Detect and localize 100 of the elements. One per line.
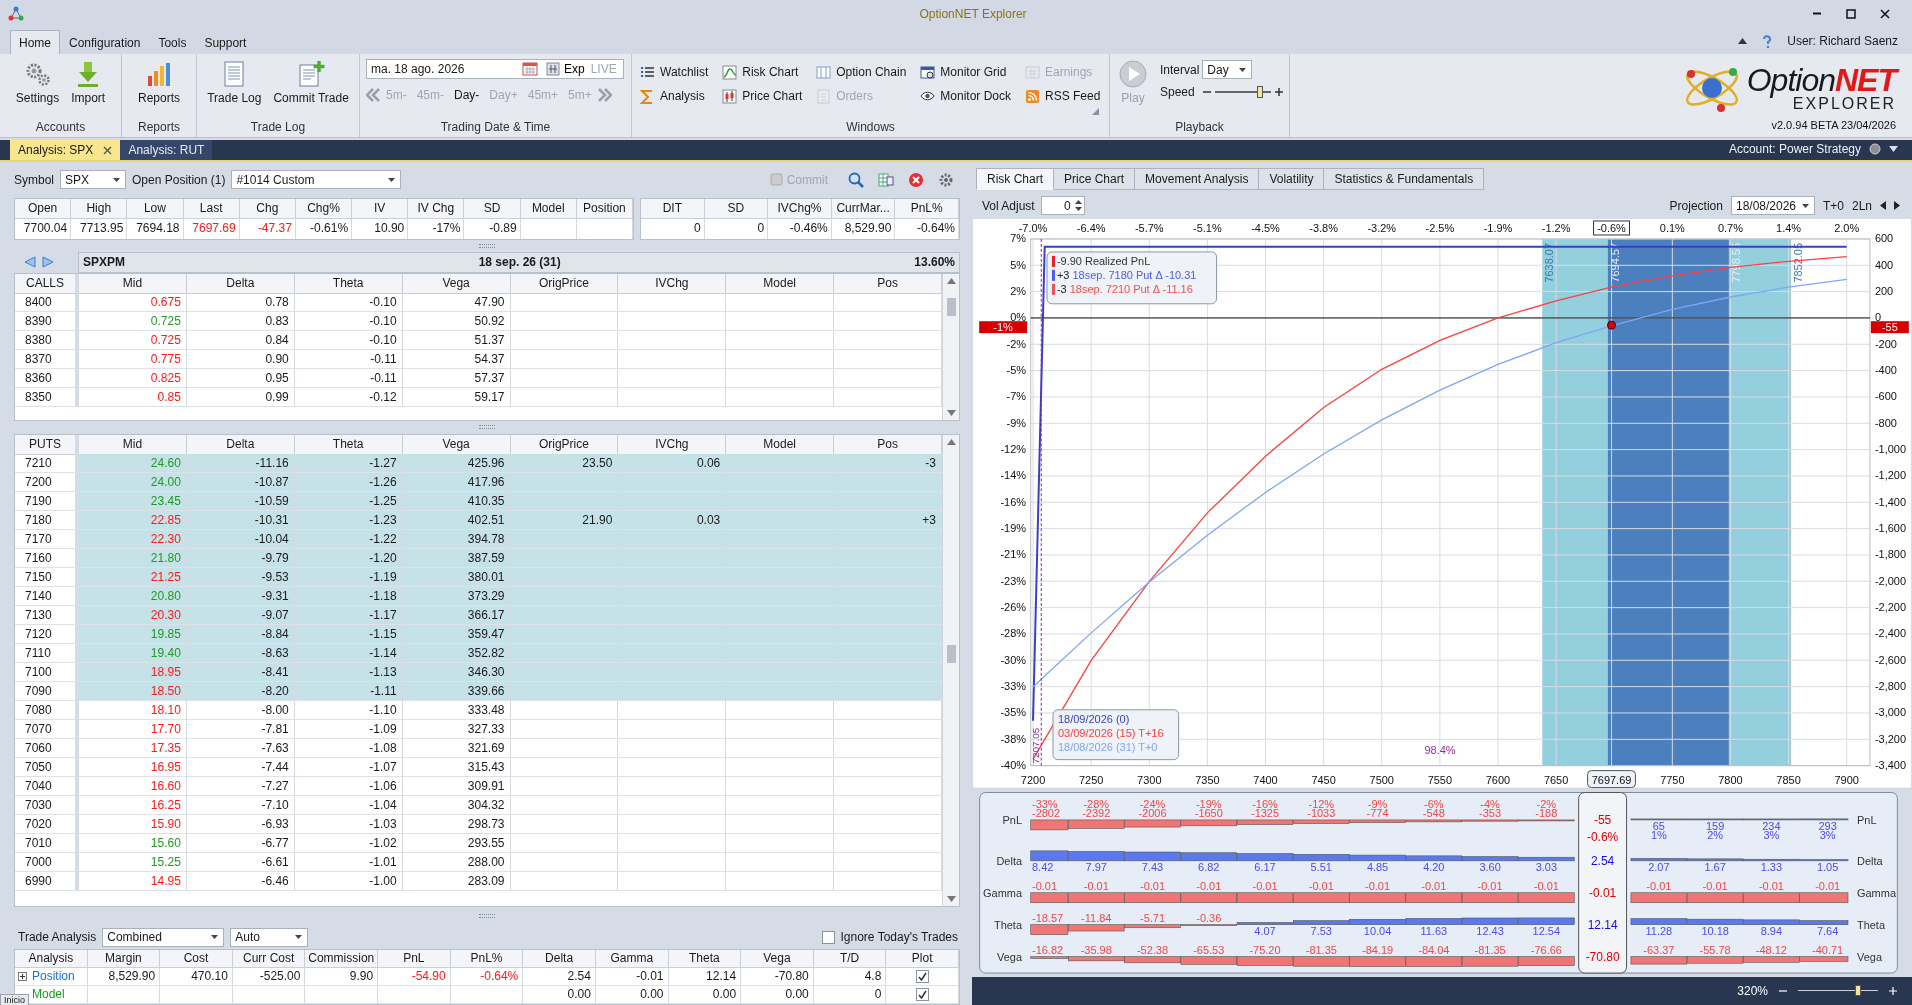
greek-value: -16.82	[1032, 943, 1064, 956]
symbol-dropdown[interactable]: SPX	[60, 170, 126, 190]
monitor-dock-button[interactable]: Monitor Dock	[918, 84, 1013, 108]
table-cell: 50.92	[402, 311, 511, 331]
column-header: Low	[127, 198, 184, 219]
import-button[interactable]: Import	[68, 58, 109, 107]
price-chart-button[interactable]: Price Chart	[720, 84, 805, 108]
table-cell: 7694.18	[127, 218, 184, 239]
document-tab[interactable]: Analysis: SPX	[10, 140, 121, 160]
row-label[interactable]: Model	[32, 986, 65, 1003]
calendar-icon	[1025, 64, 1040, 80]
table-cell: 0.775	[79, 349, 187, 369]
column-header: PUTS	[15, 435, 79, 456]
dialog-launcher-icon	[1091, 107, 1099, 115]
step-button[interactable]: Day-	[450, 86, 484, 104]
menu-tab[interactable]: Support	[195, 30, 256, 54]
iv-label: 13.60%	[914, 255, 955, 270]
column-header: Chg	[239, 198, 296, 219]
scrollbar[interactable]	[942, 435, 959, 907]
scrollbar[interactable]	[942, 273, 959, 420]
menu-tab[interactable]: Tools	[149, 30, 196, 54]
date-field[interactable]: ma. 18 ago. 2026	[366, 59, 542, 79]
exp-toggle[interactable]: Exp	[542, 59, 589, 79]
table-cell: 19.85	[79, 625, 187, 645]
document-tab[interactable]: Analysis: RUT	[120, 140, 213, 160]
axis-tick-label: -2,600	[1874, 653, 1907, 666]
option-chain-button[interactable]: Option Chain	[814, 60, 909, 84]
strike-cell: 6990	[15, 872, 79, 892]
table-cell: 18.10	[79, 701, 187, 721]
axis-tick-label: 7250	[1078, 773, 1104, 786]
projection-dropdown[interactable]: 18/08/2026	[1730, 196, 1815, 216]
menu-tab[interactable]: Home	[10, 30, 60, 54]
trade-log-button[interactable]: Trade Log	[204, 58, 265, 107]
tab[interactable]: Movement Analysis	[1135, 168, 1260, 190]
axis-tick-label: 5%	[1010, 258, 1027, 271]
legend-entry: +3 18sep. 7180 Put Δ -10.31	[1056, 268, 1197, 281]
table-cell: 7697.69	[183, 218, 240, 239]
checkbox[interactable]	[915, 970, 929, 983]
scale-dropdown[interactable]: Auto	[230, 927, 309, 947]
start-tab[interactable]: Inicio	[0, 994, 29, 1005]
tab[interactable]: Volatility	[1259, 168, 1325, 190]
axis-tick-label: -1.9%	[1483, 221, 1513, 234]
splitter-grip[interactable]	[479, 425, 495, 430]
analysis-mode-dropdown[interactable]: Combined	[102, 927, 225, 947]
splitter-grip[interactable]	[479, 243, 495, 248]
menu-tab[interactable]: Configuration	[60, 30, 150, 54]
expand-icon	[18, 972, 27, 981]
axis-tick-label: -2%	[1006, 337, 1027, 350]
position-dropdown[interactable]: #1014 Custom	[231, 170, 402, 190]
vol-adjust-spinner[interactable]: 0	[1040, 196, 1085, 216]
tab[interactable]: Risk Chart	[976, 168, 1054, 190]
zoom-slider[interactable]	[1798, 985, 1878, 998]
greek-value: 2.54	[1590, 853, 1615, 868]
greek-bar	[1461, 955, 1519, 967]
scrollbar-thumb[interactable]	[946, 297, 956, 316]
column-header: Curr Cost	[232, 950, 306, 968]
commit-trade-button[interactable]: Commit Trade	[270, 58, 352, 107]
close-icon	[103, 145, 113, 155]
scrollbar-thumb[interactable]	[946, 645, 956, 664]
greek-value: 8.42	[1032, 860, 1054, 873]
tab[interactable]: Statistics & Fundamentals	[1324, 168, 1485, 190]
axis-tick-label: -21%	[1000, 548, 1027, 561]
slider-thumb[interactable]	[1855, 985, 1861, 997]
line-chart-icon	[722, 64, 738, 80]
checkbox[interactable]	[915, 988, 929, 1001]
axis-tick-label: 0.1%	[1659, 221, 1685, 234]
greek-value: 12.54	[1532, 924, 1561, 937]
tab[interactable]: Price Chart	[1054, 168, 1136, 190]
analysis-button[interactable]: Analysis	[638, 84, 711, 108]
axis-tick-label: -6.4%	[1076, 221, 1106, 234]
settings-button[interactable]: Settings	[12, 58, 63, 107]
checkbox[interactable]	[821, 930, 835, 944]
monitor-grid-button[interactable]: Monitor Grid	[918, 60, 1013, 84]
slider-thumb[interactable]	[1256, 86, 1263, 98]
row-label[interactable]: Position	[32, 968, 75, 985]
status-dot-icon	[1869, 143, 1881, 155]
table-cell: 0	[641, 218, 705, 239]
risk-chart-button[interactable]: Risk Chart	[720, 60, 805, 84]
table-cell: 18.50	[79, 682, 187, 702]
interval-dropdown[interactable]: Day	[1202, 60, 1253, 79]
table-cell: 8,529.90	[87, 968, 161, 986]
splitter-grip[interactable]	[479, 914, 495, 919]
strike-cell: 7020	[15, 815, 79, 835]
axis-tick-label: 200	[1874, 285, 1894, 298]
watchlist-button[interactable]: Watchlist	[638, 60, 711, 84]
table-cell: 23.45	[79, 492, 187, 512]
table-cell: 321.69	[402, 739, 511, 759]
table-cell: -11.16	[186, 454, 295, 474]
dropdown-caret-icon	[1800, 202, 1810, 209]
table-cell: 17.35	[79, 739, 187, 759]
greek-value: -0.01	[1646, 879, 1672, 892]
reports-button[interactable]: Reports	[135, 58, 183, 107]
table-cell: 2.54	[523, 968, 596, 986]
rss-feed-button[interactable]: RSS Feed	[1023, 84, 1103, 108]
axis-tick-label: -2,400	[1874, 627, 1907, 640]
axis-tick-label: -3.2%	[1367, 221, 1397, 234]
table-cell: -1.07	[294, 758, 403, 778]
table-cell: -1.06	[294, 777, 403, 797]
speed-slider[interactable]	[1214, 85, 1271, 99]
greek-value: 3.03	[1535, 860, 1557, 873]
